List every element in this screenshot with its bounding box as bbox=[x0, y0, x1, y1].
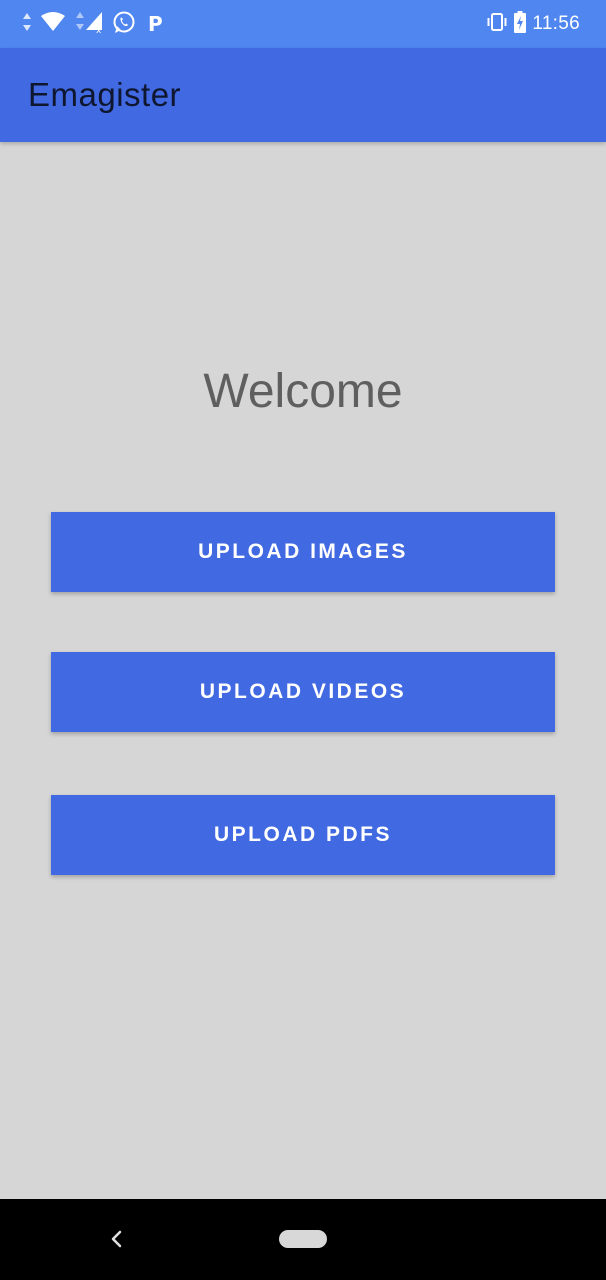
upload-pdfs-button[interactable]: UPLOAD PDFS bbox=[51, 795, 555, 875]
p-app-icon: P bbox=[148, 12, 163, 36]
status-icons-left: x P bbox=[22, 10, 163, 38]
upload-images-button[interactable]: UPLOAD IMAGES bbox=[51, 512, 555, 592]
app-title: Emagister bbox=[28, 76, 182, 113]
welcome-heading: Welcome bbox=[203, 365, 403, 418]
app-bar: Emagister bbox=[0, 48, 606, 142]
upload-videos-button[interactable]: UPLOAD VIDEOS bbox=[51, 652, 555, 732]
back-icon[interactable] bbox=[104, 1227, 128, 1251]
vibrate-icon bbox=[486, 12, 508, 37]
status-bar: x P 11:56 bbox=[0, 0, 606, 48]
battery-charging-icon bbox=[514, 10, 527, 38]
data-arrows-icon bbox=[22, 11, 32, 38]
wifi-icon bbox=[40, 11, 66, 38]
navigation-bar bbox=[0, 1199, 606, 1280]
whatsapp-icon bbox=[112, 10, 136, 39]
home-pill-icon[interactable] bbox=[279, 1230, 327, 1248]
status-time: 11:56 bbox=[532, 13, 580, 34]
status-icons-right: 11:56 bbox=[486, 10, 580, 38]
signal-icon: x bbox=[74, 10, 104, 39]
svg-text:x: x bbox=[96, 26, 102, 34]
